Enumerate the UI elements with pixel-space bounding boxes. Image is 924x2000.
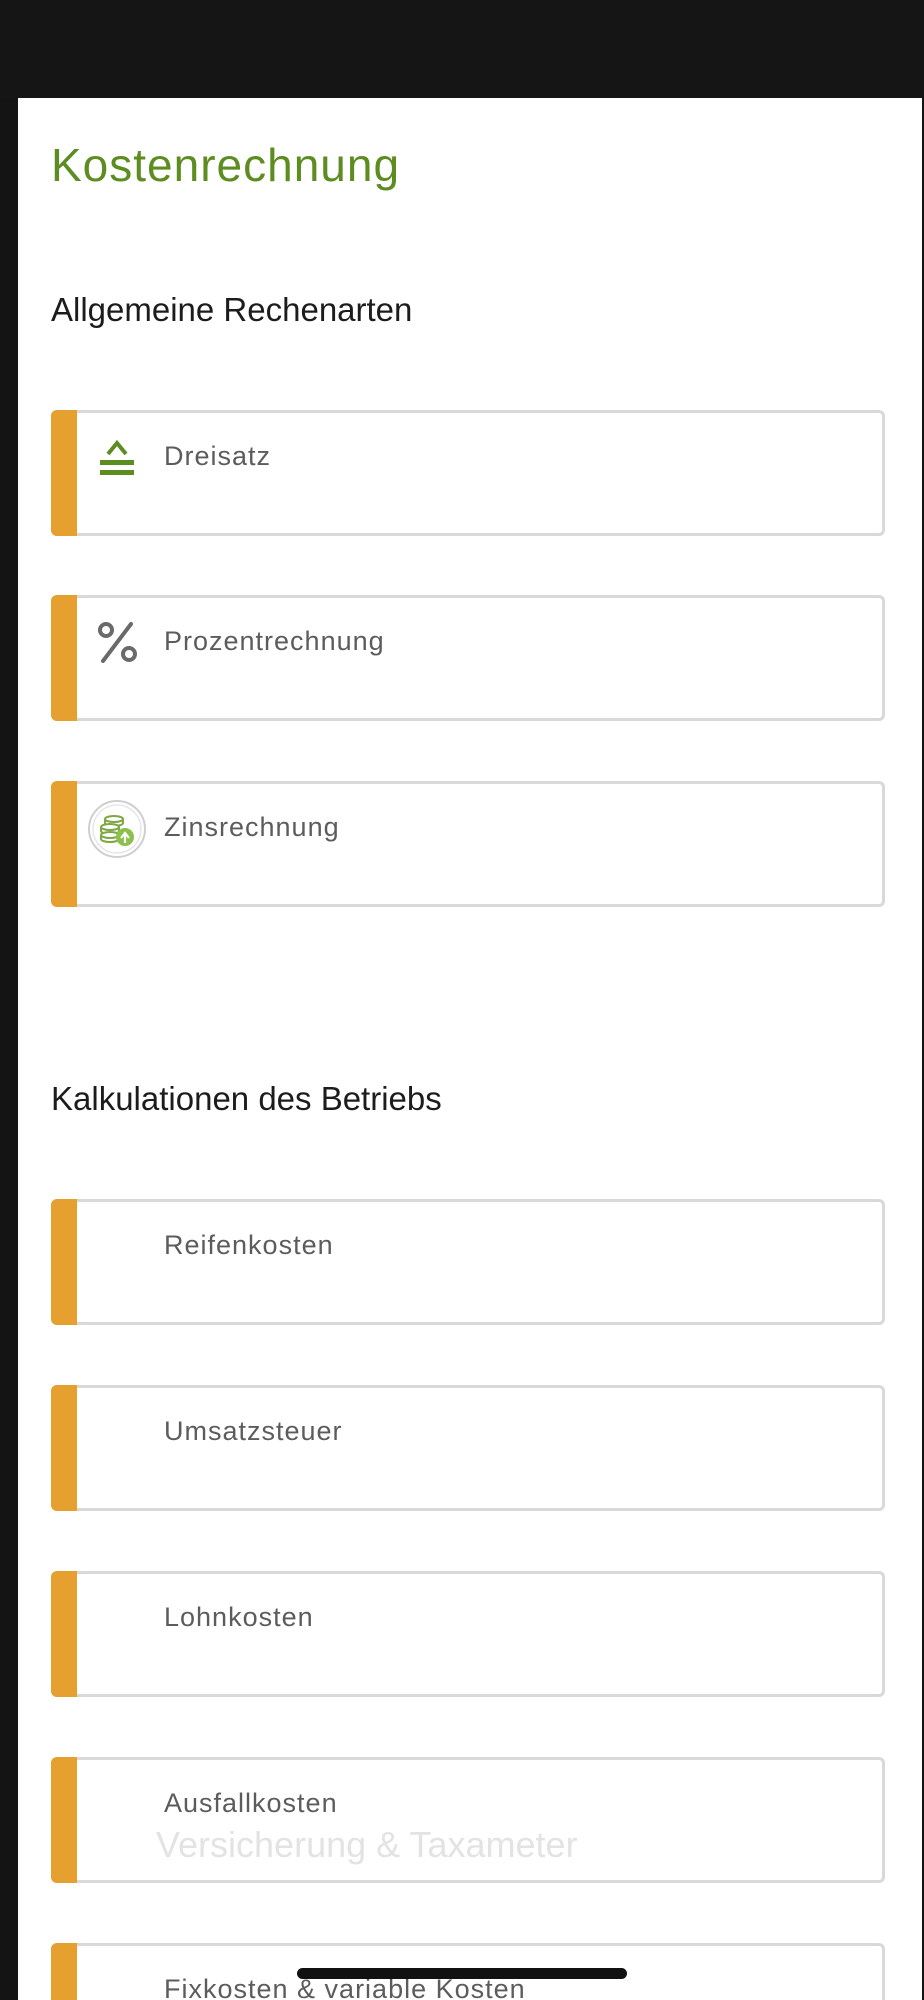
card-accent [51,1571,77,1697]
card-reifenkosten[interactable]: Reifenkosten [51,1199,885,1325]
card-label: Dreisatz [164,441,272,471]
section-heading-general: Allgemeine Rechenarten [51,291,413,328]
card-accent [51,595,77,721]
card-prozentrechnung[interactable]: Prozentrechnung [51,595,885,721]
card-label: Ausfallkosten [164,1788,338,1818]
card-sublabel: Versicherung & Taxameter [156,1824,578,1865]
card-accent [51,1943,77,2000]
card-ausfallkosten[interactable]: Ausfallkosten Versicherung & Taxameter [51,1757,885,1883]
card-accent [51,1757,77,1883]
card-label: Umsatzsteuer [164,1416,343,1446]
card-accent [51,410,77,536]
home-indicator [297,1968,627,1979]
card-accent [51,781,77,907]
page-title: Kostenrechnung [51,139,401,191]
percent-icon [87,612,147,672]
card-accent [51,1199,77,1325]
card-label: Prozentrechnung [164,626,385,656]
equal-triangle-icon [87,427,147,487]
coins-growth-icon [87,798,147,858]
card-lohnkosten[interactable]: Lohnkosten [51,1571,885,1697]
status-bar [0,0,924,98]
section-heading-business: Kalkulationen des Betriebs [51,1080,442,1117]
card-label: Zinsrechnung [164,812,340,842]
main-sheet: Kostenrechnung Allgemeine Rechenarten Dr… [18,98,922,2000]
card-label: Reifenkosten [164,1230,334,1260]
card-dreisatz[interactable]: Dreisatz [51,410,885,536]
card-zinsrechnung[interactable]: Zinsrechnung [51,781,885,907]
card-label: Lohnkosten [164,1602,314,1632]
card-accent [51,1385,77,1511]
card-umsatzsteuer[interactable]: Umsatzsteuer [51,1385,885,1511]
